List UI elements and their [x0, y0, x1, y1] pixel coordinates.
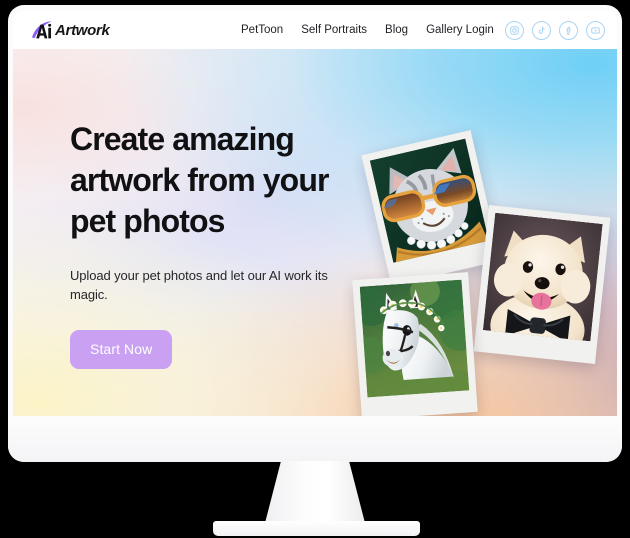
cat-sunglasses-photo [369, 138, 489, 263]
monitor-mockup-scene: Artwork PetToon Self Portraits Blog Gall… [0, 0, 630, 538]
monitor-chin [8, 416, 622, 462]
nav-item-pettoon[interactable]: PetToon [241, 24, 283, 36]
hero-section: Create amazing artwork from your pet pho… [13, 49, 617, 416]
monitor-stand [265, 461, 365, 523]
nav-item-self-portraits[interactable]: Self Portraits [301, 24, 367, 36]
monitor-screen: Artwork PetToon Self Portraits Blog Gall… [13, 11, 617, 416]
social-links [505, 11, 605, 49]
site-logo[interactable]: Artwork [30, 19, 110, 41]
primary-nav: PetToon Self Portraits Blog Gallery Logi… [241, 11, 494, 49]
monitor-base [213, 521, 420, 536]
dog-bowtie-photo [482, 212, 603, 342]
polaroid-cat-sunglasses[interactable] [361, 130, 501, 286]
facebook-icon[interactable] [559, 20, 578, 40]
hero-copy: Create amazing artwork from your pet pho… [70, 119, 360, 369]
youtube-icon[interactable] [586, 20, 605, 40]
start-now-button[interactable]: Start Now [70, 330, 173, 369]
tiktok-icon[interactable] [532, 20, 551, 40]
hero-headline: Create amazing artwork from your pet pho… [70, 121, 329, 239]
logo-wordmark: Artwork [55, 21, 110, 39]
hero-subheadline: Upload your pet photos and let our AI wo… [70, 268, 328, 302]
ai-swoosh-icon [30, 20, 54, 41]
instagram-icon[interactable] [505, 20, 524, 40]
polaroid-dog-bowtie[interactable] [473, 205, 611, 364]
horse-flower-crown-photo [359, 279, 470, 398]
nav-item-blog[interactable]: Blog [385, 24, 408, 36]
nav-item-gallery-login[interactable]: Gallery Login [426, 24, 494, 36]
polaroid-horse-flowers[interactable] [352, 272, 478, 416]
site-header: Artwork PetToon Self Portraits Blog Gall… [13, 11, 617, 49]
